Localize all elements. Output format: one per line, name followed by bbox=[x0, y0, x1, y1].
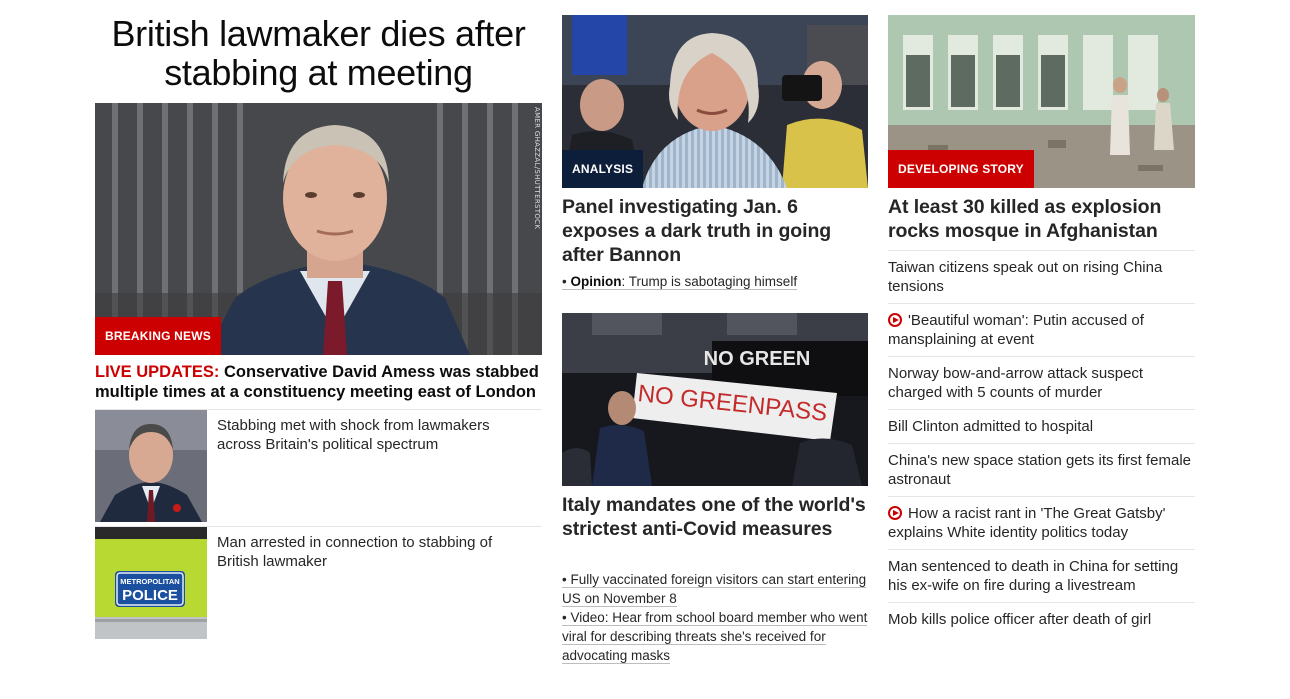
vaccinated-visitors-link[interactable]: • Fully vaccinated foreign visitors can … bbox=[562, 572, 867, 607]
vest-text-police: POLICE bbox=[122, 587, 178, 604]
starmer-photo bbox=[95, 410, 207, 522]
bannon-headline-link[interactable]: Panel investigating Jan. 6 exposes a dar… bbox=[562, 195, 868, 267]
school-board-video-link[interactable]: • Video: Hear from school board member w… bbox=[562, 610, 868, 664]
mosque-image-link[interactable]: DEVELOPING STORY bbox=[888, 15, 1195, 188]
video-play-icon bbox=[888, 506, 902, 520]
list-item-mob[interactable]: Mob kills police officer after death of … bbox=[888, 610, 1195, 629]
divider bbox=[888, 409, 1195, 410]
list-item-sentenced[interactable]: Man sentenced to death in China for sett… bbox=[888, 557, 1195, 595]
list-item-taiwan[interactable]: Taiwan citizens speak out on rising Chin… bbox=[888, 258, 1195, 296]
related-story-2: METROPOLITAN POLICE Man arrested in conn… bbox=[95, 527, 542, 639]
divider bbox=[888, 356, 1195, 357]
divider bbox=[888, 496, 1195, 497]
related-story-1-link[interactable]: Stabbing met with shock from lawmakers a… bbox=[217, 416, 537, 454]
divider bbox=[888, 602, 1195, 603]
analysis-badge: ANALYSIS bbox=[562, 150, 644, 188]
live-updates-label: LIVE UPDATES: bbox=[95, 363, 220, 381]
banner-text: NO GREEN bbox=[704, 348, 811, 370]
opinion-link[interactable]: • Opinion: Trump is sabotaging himself bbox=[562, 274, 798, 290]
police-vest-photo: METROPOLITAN POLICE bbox=[95, 527, 207, 639]
related-story-1-thumbnail[interactable] bbox=[95, 410, 207, 522]
divider bbox=[888, 549, 1195, 550]
related-story-1: Stabbing met with shock from lawmakers a… bbox=[95, 410, 542, 522]
opinion-link-text: : Trump is sabotaging himself bbox=[621, 274, 798, 289]
developing-story-badge: DEVELOPING STORY bbox=[888, 150, 1034, 188]
divider bbox=[888, 443, 1195, 444]
list-item-putin[interactable]: 'Beautiful woman': Putin accused of mans… bbox=[888, 311, 1195, 349]
italy-image-link[interactable]: NO GREEN NO GREENPASS bbox=[562, 313, 868, 486]
divider bbox=[888, 250, 1195, 251]
opinion-label: Opinion bbox=[570, 274, 622, 289]
hero-caption-link[interactable]: LIVE UPDATES: Conservative David Amess w… bbox=[95, 362, 542, 402]
list-item-clinton[interactable]: Bill Clinton admitted to hospital bbox=[888, 417, 1195, 436]
mosque-headline-link[interactable]: At least 30 killed as explosion rocks mo… bbox=[888, 195, 1195, 243]
italy-protest-photo: NO GREEN NO GREENPASS bbox=[562, 313, 868, 486]
main-headline-link[interactable]: British lawmaker dies after stabbing at … bbox=[95, 14, 542, 92]
italy-sub-links: • Fully vaccinated foreign visitors can … bbox=[562, 570, 868, 665]
hero-image-link[interactable]: AMER GHAZZAL/SHUTTERSTOCK BREAKING NEWS bbox=[95, 103, 542, 355]
video-play-icon bbox=[888, 313, 902, 327]
list-item-putin-text: 'Beautiful woman': Putin accused of mans… bbox=[888, 312, 1144, 348]
list-item-gatsby-text: How a racist rant in 'The Great Gatsby' … bbox=[888, 505, 1166, 541]
school-board-video-link-text: Video: Hear from school board member who… bbox=[562, 610, 868, 663]
italy-headline-link[interactable]: Italy mandates one of the world's strict… bbox=[562, 493, 868, 541]
list-item-gatsby[interactable]: How a racist rant in 'The Great Gatsby' … bbox=[888, 504, 1195, 542]
list-item-norway[interactable]: Norway bow-and-arrow attack suspect char… bbox=[888, 364, 1195, 402]
photo-credit: AMER GHAZZAL/SHUTTERSTOCK bbox=[533, 107, 541, 230]
vest-text-metropolitan: METROPOLITAN bbox=[120, 577, 179, 586]
related-story-2-thumbnail[interactable]: METROPOLITAN POLICE bbox=[95, 527, 207, 639]
bannon-image-link[interactable]: ANALYSIS bbox=[562, 15, 868, 188]
opinion-link-row: • Opinion: Trump is sabotaging himself bbox=[562, 272, 798, 291]
related-story-2-link[interactable]: Man arrested in connection to stabbing o… bbox=[217, 533, 537, 571]
list-item-space-station[interactable]: China's new space station gets its first… bbox=[888, 451, 1195, 489]
breaking-news-badge: BREAKING NEWS bbox=[95, 317, 221, 355]
vaccinated-visitors-link-text: Fully vaccinated foreign visitors can st… bbox=[562, 572, 867, 606]
divider bbox=[888, 303, 1195, 304]
